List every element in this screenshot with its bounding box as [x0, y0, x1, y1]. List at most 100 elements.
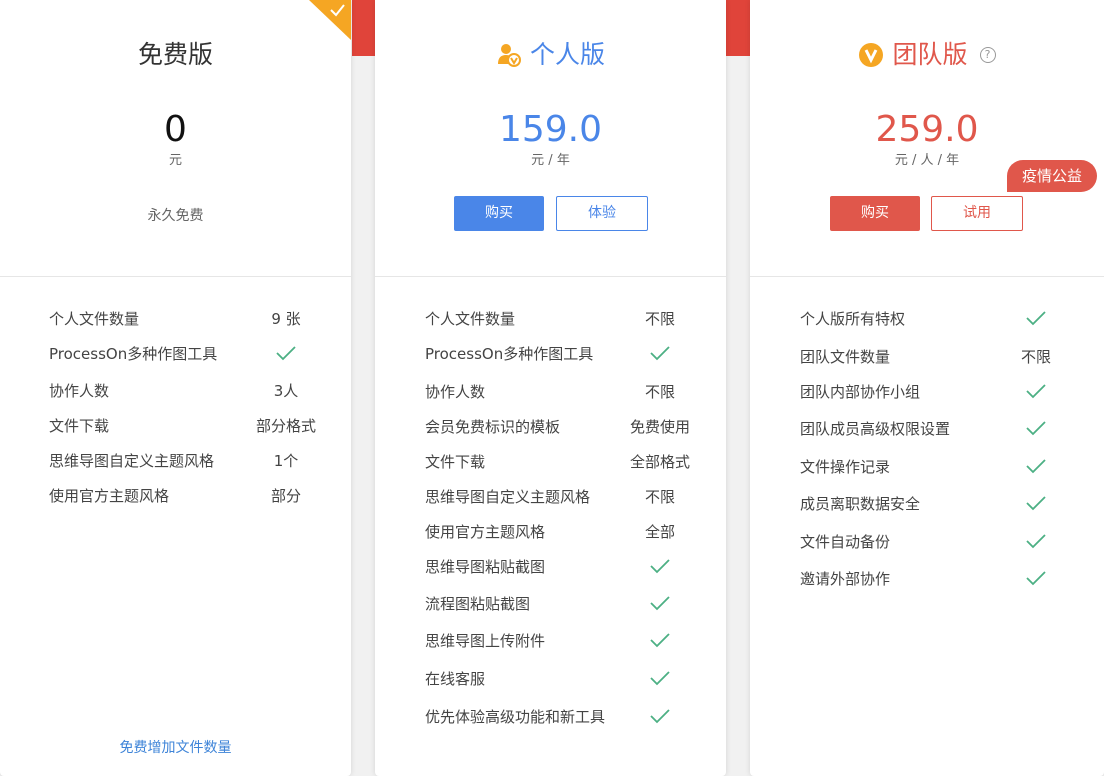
team-plan-card: 团队版 ? 259.0 元 / 人 / 年 购买 试用 个人版所有特权 团队文件数… [750, 0, 1104, 776]
feature-row: 思维导图上传附件 [375, 627, 726, 655]
check-icon [620, 627, 700, 648]
charity-badge: 疫情公益 [1007, 160, 1097, 192]
feature-row: 优先体验高级功能和新工具 [375, 703, 726, 731]
feature-row: 文件自动备份 [750, 528, 1104, 556]
check-icon [996, 528, 1076, 549]
personal-plan-card: 个人版 159.0 元 / 年 购买 体验 个人文件数量 不限 ProcessOn多… [375, 0, 726, 776]
feature-value: 不限 [1020, 348, 1051, 366]
check-icon [620, 590, 700, 611]
feature-row: 协作人数 不限 [375, 378, 726, 406]
buy-button[interactable]: 购买 [830, 196, 920, 231]
check-icon [620, 703, 700, 724]
free-plan-card: 免费版 0 元 永久免费 个人文件数量 9 张 ProcessOn多种作图工具 协作人… [0, 0, 351, 776]
check-icon [620, 553, 700, 574]
feature-name: 协作人数 [49, 382, 110, 400]
feature-value: 1个 [273, 452, 299, 470]
feature-row: 个人版所有特权 [750, 305, 1104, 333]
price-unit: 元 [168, 153, 182, 168]
feature-row: ProcessOn多种作图工具 [0, 340, 351, 368]
check-icon [996, 453, 1076, 474]
feature-row: 团队文件数量 不限 [750, 343, 1104, 371]
check-icon [996, 305, 1076, 326]
feature-name: 文件操作记录 [800, 458, 891, 476]
feature-row: 流程图粘贴截图 [375, 590, 726, 618]
plan-price: 0 [164, 109, 187, 150]
team-plan-header: 团队版 ? 259.0 元 / 人 / 年 购买 试用 [750, 0, 1104, 277]
feature-name: 团队成员高级权限设置 [800, 420, 951, 438]
feature-row: 团队成员高级权限设置 [750, 415, 1104, 443]
trial-button[interactable]: 体验 [556, 196, 648, 231]
feature-row: 使用官方主题风格 全部 [375, 518, 726, 546]
feature-name: 协作人数 [425, 383, 486, 401]
feature-row: 思维导图粘贴截图 [375, 553, 726, 581]
check-corner-icon [309, 0, 351, 40]
feature-name: ProcessOn多种作图工具 [425, 345, 594, 363]
feature-name: 个人文件数量 [49, 310, 140, 328]
feature-row: 团队内部协作小组 [750, 378, 1104, 406]
feature-name: 使用官方主题风格 [425, 523, 546, 541]
feature-name: 成员离职数据安全 [800, 495, 921, 513]
feature-row: 协作人数 3人 [0, 377, 351, 405]
feature-row: 文件下载 部分格式 [0, 412, 351, 440]
feature-name: 个人版所有特权 [800, 310, 906, 328]
feature-row: 文件操作记录 [750, 453, 1104, 481]
buy-button[interactable]: 购买 [454, 196, 544, 231]
feature-name: 思维导图自定义主题风格 [49, 452, 215, 470]
v-circle-icon [859, 43, 884, 67]
feature-name: 个人文件数量 [425, 310, 516, 328]
feature-name: 使用官方主题风格 [49, 487, 170, 505]
feature-row: ProcessOn多种作图工具 [375, 340, 726, 368]
feature-value: 不限 [644, 310, 675, 328]
free-note: 永久免费 [147, 208, 204, 224]
check-icon [996, 378, 1076, 399]
feature-value: 9 张 [271, 310, 301, 328]
feature-row: 思维导图自定义主题风格 1个 [0, 447, 351, 475]
feature-value: 全部格式 [629, 453, 690, 471]
feature-name: 文件下载 [425, 453, 486, 471]
feature-name: 思维导图上传附件 [425, 632, 546, 650]
feature-name: 思维导图粘贴截图 [425, 558, 546, 576]
feature-row: 使用官方主题风格 部分 [0, 482, 351, 510]
plan-price: 159.0 [498, 109, 603, 150]
feature-row: 文件下载 全部格式 [375, 448, 726, 476]
plan-price: 259.0 [875, 109, 979, 150]
feature-row: 在线客服 [375, 665, 726, 693]
feature-name: 文件下载 [49, 417, 110, 435]
feature-value: 部分格式 [255, 417, 316, 435]
feature-value: 3人 [273, 382, 299, 400]
check-icon [996, 490, 1076, 511]
check-icon [996, 415, 1076, 436]
feature-name: 文件自动备份 [800, 533, 891, 551]
plan-title: 团队版 ? [750, 38, 1104, 77]
feature-row: 邀请外部协作 [750, 565, 1104, 593]
price-unit: 元 / 年 [531, 153, 570, 168]
question-circle-icon[interactable]: ? [979, 47, 996, 63]
add-files-link[interactable]: 免费增加文件数量 [0, 737, 351, 757]
feature-name: 思维导图自定义主题风格 [425, 488, 591, 506]
feature-name: 在线客服 [425, 670, 486, 688]
check-icon [620, 340, 700, 361]
feature-name: 会员免费标识的模板 [425, 418, 561, 436]
feature-value: 免费使用 [629, 418, 690, 436]
check-icon [996, 565, 1076, 586]
feature-value: 部分 [270, 487, 301, 505]
personal-plan-header: 个人版 159.0 元 / 年 购买 体验 [375, 0, 726, 277]
feature-row: 会员免费标识的模板 免费使用 [375, 413, 726, 441]
feature-name: 团队文件数量 [800, 348, 891, 366]
feature-row: 个人文件数量 不限 [375, 305, 726, 333]
feature-row: 个人文件数量 9 张 [0, 305, 351, 333]
user-vip-icon [497, 44, 521, 67]
check-icon [246, 340, 326, 361]
feature-name: 邀请外部协作 [800, 570, 891, 588]
feature-value: 全部 [644, 523, 675, 541]
plan-title: 免费版 [137, 40, 213, 69]
trial-button[interactable]: 试用 [931, 196, 1023, 231]
plan-title: 个人版 [375, 38, 726, 77]
feature-name: 流程图粘贴截图 [425, 595, 531, 613]
feature-row: 成员离职数据安全 [750, 490, 1104, 518]
feature-row: 思维导图自定义主题风格 不限 [375, 483, 726, 511]
feature-value: 不限 [644, 488, 675, 506]
feature-name: 团队内部协作小组 [800, 383, 921, 401]
feature-name: 优先体验高级功能和新工具 [425, 708, 606, 726]
check-icon [620, 665, 700, 686]
